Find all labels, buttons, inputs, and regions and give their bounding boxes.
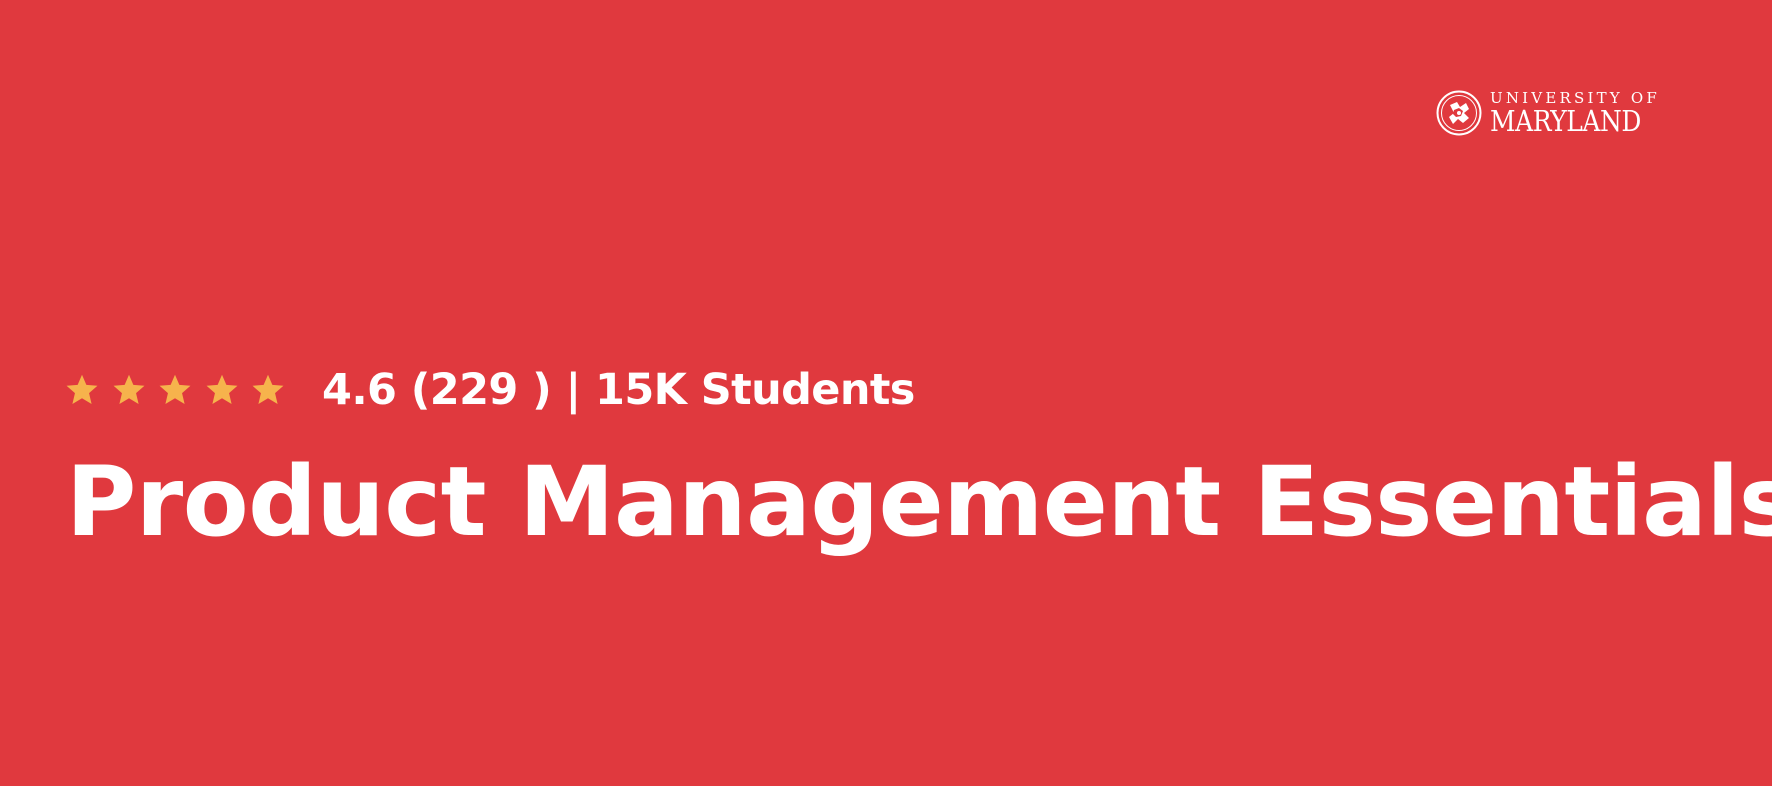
star-icon: [159, 374, 191, 404]
star-icon: [66, 374, 98, 404]
star-icon: [113, 374, 144, 404]
logo-line-maryland: MARYLAND: [1490, 103, 1641, 138]
course-rating: 4.6 (229 ) | 15K Students: [64, 362, 915, 418]
star-rating: [64, 372, 286, 408]
university-seal-icon: [1436, 90, 1482, 136]
course-banner: UNIVERSITY OF MARYLAND 4.6 (229 ) | 15K …: [0, 0, 1772, 786]
rating-and-students: 4.6 (229 ) | 15K Students: [322, 365, 915, 415]
star-icon: [252, 374, 284, 404]
course-title: Product Management Essentials: [66, 446, 1772, 558]
university-name: UNIVERSITY OF MARYLAND: [1490, 90, 1666, 138]
star-icon: [206, 374, 237, 404]
university-logo: UNIVERSITY OF MARYLAND: [1436, 86, 1706, 140]
